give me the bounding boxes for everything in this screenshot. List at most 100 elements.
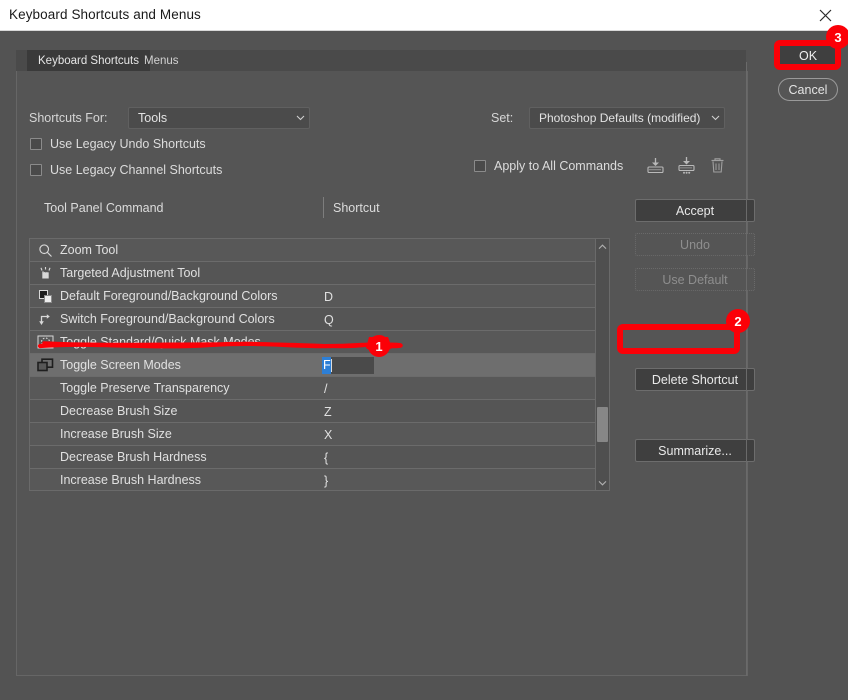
- close-glyph: [819, 9, 832, 22]
- ok-button[interactable]: OK: [778, 44, 838, 67]
- tab-keyboard-shortcuts-label: Keyboard Shortcuts: [38, 55, 139, 67]
- table-cell-command: Toggle Preserve Transparency: [60, 381, 607, 395]
- zoom-tool-icon: [38, 243, 53, 258]
- table-cell-command: Default Foreground/Background Colors: [60, 289, 607, 303]
- set-value: Photoshop Defaults (modified): [530, 111, 706, 125]
- cancel-button[interactable]: Cancel: [778, 78, 838, 101]
- dialog-body: Keyboard Shortcuts Menus Shortcuts For: …: [0, 31, 848, 700]
- default-colors-icon: [30, 289, 60, 304]
- table-cell-shortcut: Q: [324, 308, 334, 331]
- save-set-as-icon[interactable]: [673, 152, 699, 178]
- shortcut-input-value: F: [322, 357, 331, 374]
- scrollbar-thumb[interactable]: [597, 407, 608, 442]
- right-panel-divider: [746, 62, 747, 676]
- table-row[interactable]: Zoom Tool: [30, 239, 607, 262]
- table-row[interactable]: Increase Brush Hardness}: [30, 469, 607, 491]
- column-header-command: Tool Panel Command: [44, 201, 164, 215]
- delete-shortcut-button[interactable]: Delete Shortcut: [635, 368, 755, 391]
- table-cell-command: Zoom Tool: [60, 243, 607, 257]
- tab-menus[interactable]: Menus: [133, 50, 190, 71]
- use-legacy-channel-checkbox[interactable]: Use Legacy Channel Shortcuts: [30, 163, 222, 177]
- save-set-as-glyph: [677, 156, 696, 175]
- targeted-adjustment-icon: [38, 266, 53, 281]
- tab-menus-label: Menus: [144, 55, 179, 67]
- screen-modes-icon: [30, 358, 60, 372]
- undo-button-label: Undo: [680, 238, 710, 252]
- delete-set-icon[interactable]: [704, 152, 730, 178]
- close-icon[interactable]: [802, 0, 848, 31]
- trash-icon: [710, 157, 725, 174]
- targeted-adjustment-icon: [30, 266, 60, 281]
- use-default-button: Use Default: [635, 268, 755, 291]
- summarize-button[interactable]: Summarize...: [635, 439, 755, 462]
- keyboard-shortcuts-dialog: Keyboard Shortcuts and Menus Keyboard Sh…: [0, 0, 848, 700]
- table-cell-shortcut: {: [324, 446, 328, 469]
- table-row[interactable]: Default Foreground/Background ColorsD: [30, 285, 607, 308]
- use-legacy-undo-checkbox[interactable]: Use Legacy Undo Shortcuts: [30, 137, 206, 151]
- save-set-icon[interactable]: [642, 152, 668, 178]
- chevron-down-icon: [706, 115, 724, 121]
- use-default-button-label: Use Default: [662, 273, 727, 287]
- table-cell-command: Targeted Adjustment Tool: [60, 266, 607, 280]
- set-select[interactable]: Photoshop Defaults (modified): [529, 107, 725, 129]
- save-set-glyph: [646, 157, 665, 174]
- accept-button-label: Accept: [676, 204, 714, 218]
- shortcut-input[interactable]: F: [322, 357, 374, 374]
- undo-button: Undo: [635, 233, 755, 256]
- table-cell-shortcut: X: [324, 423, 332, 446]
- window-title-bar: Keyboard Shortcuts and Menus: [0, 0, 848, 31]
- apply-to-all-commands-label: Apply to All Commands: [494, 159, 623, 173]
- table-row[interactable]: Targeted Adjustment Tool: [30, 262, 607, 285]
- switch-colors-icon: [30, 312, 60, 327]
- screen-modes-icon: [37, 358, 54, 372]
- table-cell-command: Toggle Standard/Quick Mask Modes: [60, 335, 607, 349]
- table-row[interactable]: Increase Brush SizeX: [30, 423, 607, 446]
- table-cell-command: Increase Brush Size: [60, 427, 607, 441]
- shortcuts-for-value: Tools: [129, 111, 291, 125]
- window-title: Keyboard Shortcuts and Menus: [9, 7, 201, 22]
- table-scrollbar[interactable]: [595, 238, 610, 491]
- table-row[interactable]: Decrease Brush Hardness{: [30, 446, 607, 469]
- summarize-button-label: Summarize...: [658, 444, 732, 458]
- switch-colors-icon: [38, 312, 53, 327]
- delete-shortcut-button-label: Delete Shortcut: [652, 373, 738, 387]
- table-cell-command: Decrease Brush Hardness: [60, 450, 607, 464]
- scroll-down-icon[interactable]: [596, 475, 609, 490]
- table-row[interactable]: Toggle Standard/Quick Mask Modes: [30, 331, 607, 354]
- text-caret: [331, 359, 332, 372]
- table-row[interactable]: Toggle Screen ModesF: [30, 354, 607, 377]
- use-legacy-undo-label: Use Legacy Undo Shortcuts: [50, 137, 206, 151]
- table-cell-command: Increase Brush Hardness: [60, 473, 607, 487]
- column-divider: [323, 197, 324, 218]
- quick-mask-icon: [30, 335, 60, 349]
- checkbox-box: [30, 164, 42, 176]
- apply-to-all-commands-checkbox[interactable]: Apply to All Commands: [474, 159, 623, 173]
- zoom-tool-icon: [30, 243, 60, 258]
- checkbox-box: [474, 160, 486, 172]
- shortcuts-table[interactable]: Zoom Tool Targeted Adjustment Tool Default…: [29, 238, 608, 491]
- tab-strip: Keyboard Shortcuts Menus: [16, 50, 746, 71]
- shortcuts-panel: Shortcuts For: Tools Set: Photoshop Defa…: [16, 71, 748, 676]
- scroll-up-icon[interactable]: [596, 239, 609, 254]
- checkbox-box: [30, 138, 42, 150]
- table-row[interactable]: Switch Foreground/Background ColorsQ: [30, 308, 607, 331]
- table-cell-shortcut: }: [324, 469, 328, 491]
- tab-keyboard-shortcuts[interactable]: Keyboard Shortcuts: [27, 50, 150, 71]
- column-header-shortcut: Shortcut: [333, 201, 380, 215]
- cancel-button-label: Cancel: [789, 83, 828, 97]
- table-row[interactable]: Decrease Brush SizeZ: [30, 400, 607, 423]
- chevron-down-icon: [291, 115, 309, 121]
- table-cell-shortcut: D: [324, 285, 333, 308]
- shortcuts-for-label: Shortcuts For:: [29, 111, 108, 125]
- table-cell-shortcut: /: [324, 377, 327, 400]
- shortcuts-for-select[interactable]: Tools: [128, 107, 310, 129]
- table-row[interactable]: Toggle Preserve Transparency/: [30, 377, 607, 400]
- quick-mask-icon: [37, 335, 54, 349]
- set-label: Set:: [491, 111, 513, 125]
- ok-button-label: OK: [799, 49, 817, 63]
- table-cell-command: Decrease Brush Size: [60, 404, 607, 418]
- use-legacy-channel-label: Use Legacy Channel Shortcuts: [50, 163, 222, 177]
- table-cell-shortcut: Z: [324, 400, 332, 423]
- default-colors-icon: [38, 289, 53, 304]
- accept-button[interactable]: Accept: [635, 199, 755, 222]
